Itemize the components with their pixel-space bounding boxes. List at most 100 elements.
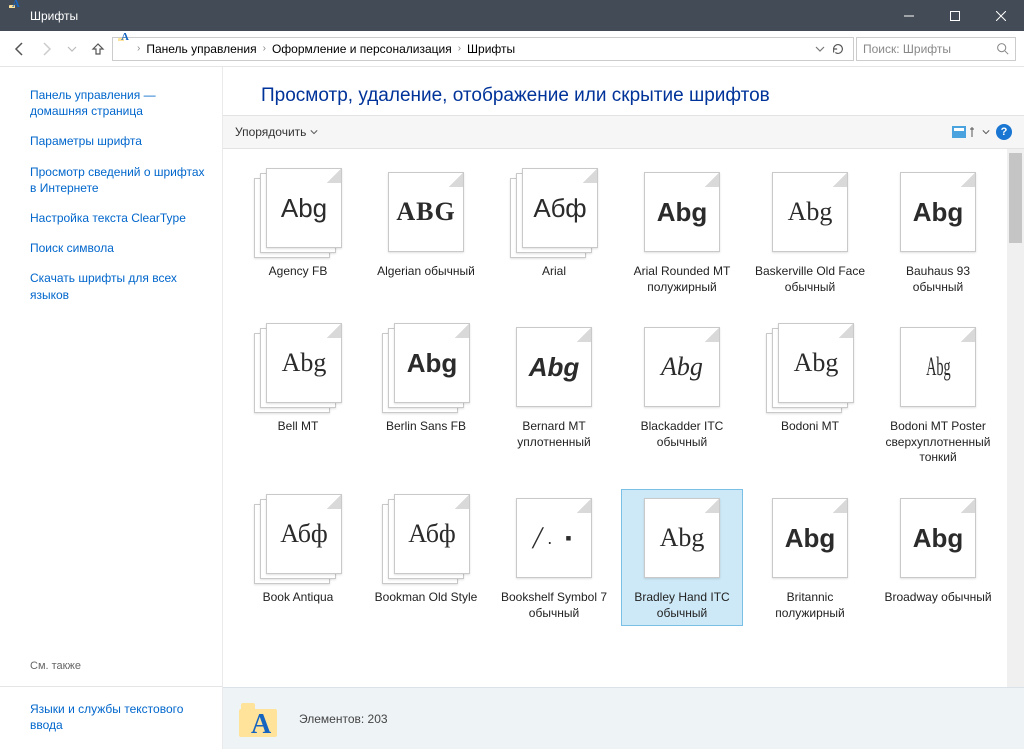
font-item[interactable]: Abg Bernard MT уплотненный [493, 318, 615, 471]
font-item[interactable]: Abg Agency FB [237, 163, 359, 300]
font-preview-icon: Абф [510, 168, 598, 260]
font-item[interactable]: Abg Bodoni MT [749, 318, 871, 471]
sidebar-home-link[interactable]: Панель управления — домашняя страница [30, 87, 206, 119]
titlebar: A Шрифты [0, 0, 1024, 31]
font-item[interactable]: AbgBodoni MT Poster сверхуплотненный тон… [877, 318, 999, 471]
font-item[interactable]: AbgBaskerville Old Face обычный [749, 163, 871, 300]
font-sample-text: Abg [913, 199, 964, 225]
font-sample-text: Abg [661, 354, 703, 380]
main-area: Просмотр, удаление, отображение или скры… [222, 67, 1024, 749]
font-item[interactable]: Абф Book Antiqua [237, 489, 359, 626]
chevron-right-icon[interactable]: › [456, 43, 463, 54]
sidebar: Панель управления — домашняя страница Па… [0, 67, 222, 749]
font-label: Book Antiqua [263, 590, 334, 606]
chevron-right-icon[interactable]: › [135, 43, 142, 54]
font-item[interactable]: AbgBradley Hand ITC обычный [621, 489, 743, 626]
fonts-folder-icon: A [239, 697, 279, 741]
font-label: Broadway обычный [884, 590, 991, 606]
recent-dropdown-icon[interactable] [60, 37, 84, 61]
see-also-label: См. также [30, 650, 206, 672]
font-sample-text: Abg [794, 350, 839, 376]
font-sample-text: Абф [408, 521, 456, 547]
close-button[interactable] [978, 0, 1024, 31]
organize-button[interactable]: Упорядочить [235, 125, 318, 139]
font-label: Britannic полужирный [754, 590, 866, 621]
scroll-thumb[interactable] [1009, 153, 1022, 243]
font-preview-icon: Abg [638, 494, 726, 586]
font-item[interactable]: Abg Britannic полужирный [749, 489, 871, 626]
font-preview-icon: Abg [766, 168, 854, 260]
font-sample-text: Abg [282, 350, 327, 376]
breadcrumb-seg-1[interactable]: Панель управления [144, 42, 258, 56]
font-sample-text: Абф [533, 195, 586, 221]
font-item[interactable]: Abg Berlin Sans FB [365, 318, 487, 471]
sidebar-link-download-fonts[interactable]: Скачать шрифты для всех языков [30, 270, 206, 302]
view-mode-icon[interactable] [952, 124, 976, 140]
font-item[interactable]: Abg Bell MT [237, 318, 359, 471]
font-preview-icon: Abg [894, 168, 982, 260]
font-label: Blackadder ITC обычный [626, 419, 738, 450]
font-sample-text: Abg [657, 199, 708, 225]
font-label: Arial [542, 264, 566, 280]
sidebar-link-cleartype[interactable]: Настройка текста ClearType [30, 210, 206, 226]
sidebar-link-font-params[interactable]: Параметры шрифта [30, 133, 206, 149]
font-sample-text: Abg [788, 199, 833, 225]
chevron-down-icon[interactable] [982, 128, 990, 136]
breadcrumb-seg-3[interactable]: Шрифты [465, 42, 517, 56]
minimize-button[interactable] [886, 0, 932, 31]
font-label: Bodoni MT [781, 419, 839, 435]
sidebar-seealso-link[interactable]: Языки и службы текстового ввода [30, 701, 206, 749]
font-sample-text: Абф [280, 521, 328, 547]
sidebar-link-online-fonts[interactable]: Просмотр сведений о шрифтах в Интернете [30, 164, 206, 196]
up-button[interactable] [86, 37, 110, 61]
font-label: Bookshelf Symbol 7 обычный [498, 590, 610, 621]
font-sample-text: Abg [281, 195, 327, 221]
font-item[interactable]: Abg Bauhaus 93 обычный [877, 163, 999, 300]
navbar: A › Панель управления › Оформление и пер… [0, 31, 1024, 67]
refresh-icon[interactable] [831, 42, 845, 56]
back-button[interactable] [8, 37, 32, 61]
font-label: Bell MT [278, 419, 319, 435]
breadcrumb-icon: A [117, 41, 133, 57]
font-preview-icon: Abg [766, 323, 854, 415]
chevron-down-icon [310, 128, 318, 136]
font-item[interactable]: АбфBookman Old Style [365, 489, 487, 626]
font-preview-icon: Abg [254, 168, 342, 260]
font-item[interactable]: Abg Blackadder ITC обычный [621, 318, 743, 471]
sidebar-link-find-symbol[interactable]: Поиск символа [30, 240, 206, 256]
vertical-scrollbar[interactable] [1007, 149, 1024, 687]
breadcrumb-seg-2[interactable]: Оформление и персонализация [270, 42, 454, 56]
window-icon: A [8, 8, 24, 24]
font-preview-icon: Abg [638, 168, 726, 260]
font-item[interactable]: AbgArial Rounded MT полужирный [621, 163, 743, 300]
font-preview-icon: Абф [382, 494, 470, 586]
font-preview-icon: Абф [254, 494, 342, 586]
font-preview-icon: Abg [894, 494, 982, 586]
font-label: Bernard MT уплотненный [498, 419, 610, 450]
organize-label: Упорядочить [235, 125, 306, 139]
font-sample-text: Abg [407, 350, 458, 376]
font-preview-icon: Abg [510, 323, 598, 415]
help-icon[interactable]: ? [996, 124, 1012, 140]
font-label: Bodoni MT Poster сверхуплотненный тонкий [882, 419, 994, 466]
maximize-button[interactable] [932, 0, 978, 31]
font-item[interactable]: ABGAlgerian обычный [365, 163, 487, 300]
font-preview-icon: Abg [766, 494, 854, 586]
font-label: Agency FB [269, 264, 328, 280]
font-preview-icon: ABG [382, 168, 470, 260]
search-input[interactable]: Поиск: Шрифты [856, 37, 1016, 61]
font-item[interactable]: Abg Broadway обычный [877, 489, 999, 626]
breadcrumb[interactable]: A › Панель управления › Оформление и пер… [112, 37, 854, 61]
font-item[interactable]: Абф Arial [493, 163, 615, 300]
font-item[interactable]: ╱. ▪Bookshelf Symbol 7 обычный [493, 489, 615, 626]
font-label: Bauhaus 93 обычный [882, 264, 994, 295]
search-icon [996, 42, 1009, 55]
font-label: Berlin Sans FB [386, 419, 466, 435]
forward-button[interactable] [34, 37, 58, 61]
font-sample-text: Abg [785, 525, 836, 551]
chevron-right-icon[interactable]: › [261, 43, 268, 54]
chevron-down-icon[interactable] [815, 44, 825, 54]
status-bar: A Элементов: 203 [223, 687, 1024, 749]
sidebar-separator [0, 686, 222, 687]
search-placeholder: Поиск: Шрифты [863, 42, 990, 56]
